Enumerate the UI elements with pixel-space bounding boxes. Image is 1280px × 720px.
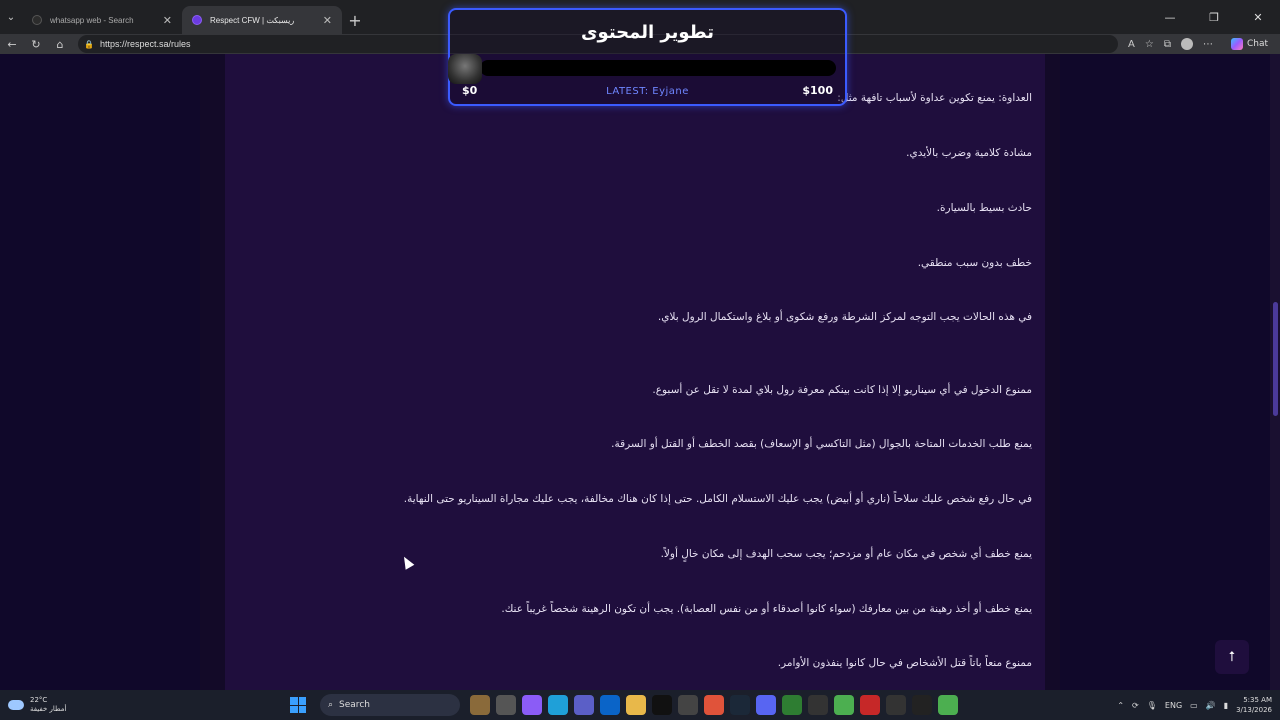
profile-avatar[interactable] <box>1180 38 1193 50</box>
rule-line: يمنع خطف أو أخذ رهينة من بين معارفك (سوا… <box>501 603 1032 615</box>
collections-icon[interactable]: ⧉ <box>1164 39 1171 50</box>
scrollbar-thumb[interactable] <box>1273 302 1278 416</box>
tab-favicon <box>192 15 202 25</box>
cloud-rain-icon <box>8 700 24 710</box>
new-tab-button[interactable]: + <box>342 6 368 34</box>
weather-widget[interactable]: 22°C أمطار خفيفة <box>0 696 250 714</box>
rule-line: في هذه الحالات يجب التوجه لمركز الشرطة و… <box>657 311 1032 323</box>
donation-goal-widget: تطوير المحتوى $0 LATEST: Eyjane $100 <box>448 8 847 106</box>
tab-favicon <box>32 15 42 25</box>
teams-icon[interactable] <box>574 695 594 715</box>
copilot-app-icon[interactable] <box>522 695 542 715</box>
tab-title: whatsapp web - Search <box>50 15 134 25</box>
discord-icon[interactable] <box>756 695 776 715</box>
refresh-icon[interactable]: ↻ <box>24 38 48 51</box>
tab-respect-rules[interactable]: Respect CFW | ريسبكت ✕ <box>182 6 342 34</box>
pinned-apps <box>470 695 958 715</box>
volume-icon[interactable]: 🔊 <box>1206 701 1216 710</box>
home-icon[interactable]: ⌂ <box>48 38 72 51</box>
goal-title: تطوير المحتوى <box>581 22 714 43</box>
rule-line: ممنوع الدخول في أي سيناريو إلا إذا كانت … <box>652 384 1032 396</box>
clock-time: 5:35 AM <box>1243 696 1272 704</box>
app-icon[interactable] <box>808 695 828 715</box>
goal-latest-donor: LATEST: Eyjane <box>606 86 689 97</box>
more-menu-icon[interactable]: ⋯ <box>1203 39 1213 50</box>
chevron-up-icon[interactable]: ⌃ <box>1117 701 1124 710</box>
rule-line: يمنع طلب الخدمات المتاحة بالجوال (مثل ال… <box>611 438 1032 450</box>
file-explorer-icon[interactable] <box>626 695 646 715</box>
task-view-icon[interactable] <box>496 695 516 715</box>
lock-icon: 🔒 <box>84 39 94 49</box>
search-label: Search <box>339 700 370 710</box>
clock[interactable]: 5:35 AM 3/13/2026 <box>1236 695 1272 715</box>
goal-max-label: $100 <box>802 84 833 97</box>
tab-close-icon[interactable]: ✕ <box>323 14 332 27</box>
youtube-icon[interactable] <box>860 695 880 715</box>
tiktok-icon[interactable] <box>652 695 672 715</box>
scroll-to-top-button[interactable]: ⭡ <box>1215 640 1249 674</box>
weather-condition: أمطار خفيفة <box>30 705 67 713</box>
goal-avatar-icon <box>448 54 482 84</box>
temperature: 22°C <box>30 696 48 704</box>
favorite-star-icon[interactable]: ☆ <box>1145 39 1154 50</box>
close-window-icon[interactable]: ✕ <box>1236 0 1280 34</box>
edge-browser-icon[interactable] <box>548 695 568 715</box>
search-icon: ⌕ <box>328 700 334 710</box>
minimize-icon[interactable]: — <box>1148 0 1192 34</box>
tab-title: Respect CFW | ريسبكت <box>210 15 295 25</box>
display-icon[interactable]: ▭ <box>1190 701 1198 710</box>
rule-line: العداوة: يمنع تكوين عداوة لأسباب تافهة م… <box>837 92 1032 104</box>
capcut-icon[interactable] <box>912 695 932 715</box>
tab-whatsapp-search[interactable]: whatsapp web - Search ✕ <box>22 6 182 34</box>
goal-progress-bar <box>480 60 836 76</box>
copilot-chat-button[interactable]: Chat <box>1230 38 1268 50</box>
rule-line: خطف بدون سبب منطقي. <box>917 257 1032 269</box>
outlook-icon[interactable] <box>600 695 620 715</box>
system-tray: ⌃ ⟳ 🎙 ENG ▭ 🔊 ▮ 5:35 AM 3/13/2026 <box>1117 690 1272 720</box>
window-controls: — ❐ ✕ <box>1148 0 1280 34</box>
windows-start-icon[interactable] <box>290 697 306 713</box>
steam-icon[interactable] <box>730 695 750 715</box>
windows-taskbar: 22°C أمطار خفيفة ⌕ Search ⌃ ⟳ 🎙 ENG ▭ 🔊 <box>0 690 1280 720</box>
page-scrollbar[interactable] <box>1270 54 1280 690</box>
excel-icon[interactable] <box>782 695 802 715</box>
language-indicator[interactable]: ENG <box>1165 701 1182 710</box>
restore-icon[interactable]: ❐ <box>1192 0 1236 34</box>
obs-icon[interactable] <box>886 695 906 715</box>
right-gutter <box>1060 54 1270 690</box>
sync-icon[interactable]: ⟳ <box>1132 701 1139 710</box>
app-icon[interactable] <box>470 695 490 715</box>
battery-icon[interactable]: ▮ <box>1224 701 1228 710</box>
rule-line: في حال رفع شخص عليك سلاحاً (ناري أو أبيض… <box>403 493 1032 505</box>
rule-line: حادث بسيط بالسيارة. <box>936 202 1032 214</box>
back-icon[interactable]: ← <box>0 38 24 51</box>
minecraft-icon[interactable] <box>938 695 958 715</box>
rule-line: مشادة كلامية وضرب بالأيدي. <box>906 147 1032 159</box>
microphone-icon[interactable]: 🎙 <box>1147 701 1157 710</box>
copilot-icon <box>1230 38 1243 50</box>
taskbar-search[interactable]: ⌕ Search <box>320 694 460 716</box>
tab-actions-menu[interactable]: ⌄ <box>0 0 22 34</box>
chat-label: Chat <box>1246 39 1268 49</box>
url-text: https://respect.sa/rules <box>99 39 191 49</box>
brave-icon[interactable] <box>704 695 724 715</box>
rule-line: يمنع خطف أي شخص في مكان عام أو مزدحم؛ يج… <box>660 548 1032 560</box>
clock-date: 3/13/2026 <box>1236 706 1272 714</box>
page-viewport: العداوة: يمنع تكوين عداوة لأسباب تافهة م… <box>0 54 1280 690</box>
chrome-icon[interactable] <box>834 695 854 715</box>
left-gutter <box>0 54 200 690</box>
read-aloud-icon[interactable]: A <box>1128 39 1135 50</box>
rule-line: ممنوع منعاً باتاً قتل الأشخاص في حال كان… <box>777 657 1032 669</box>
store-icon[interactable] <box>678 695 698 715</box>
tab-close-icon[interactable]: ✕ <box>163 14 172 27</box>
